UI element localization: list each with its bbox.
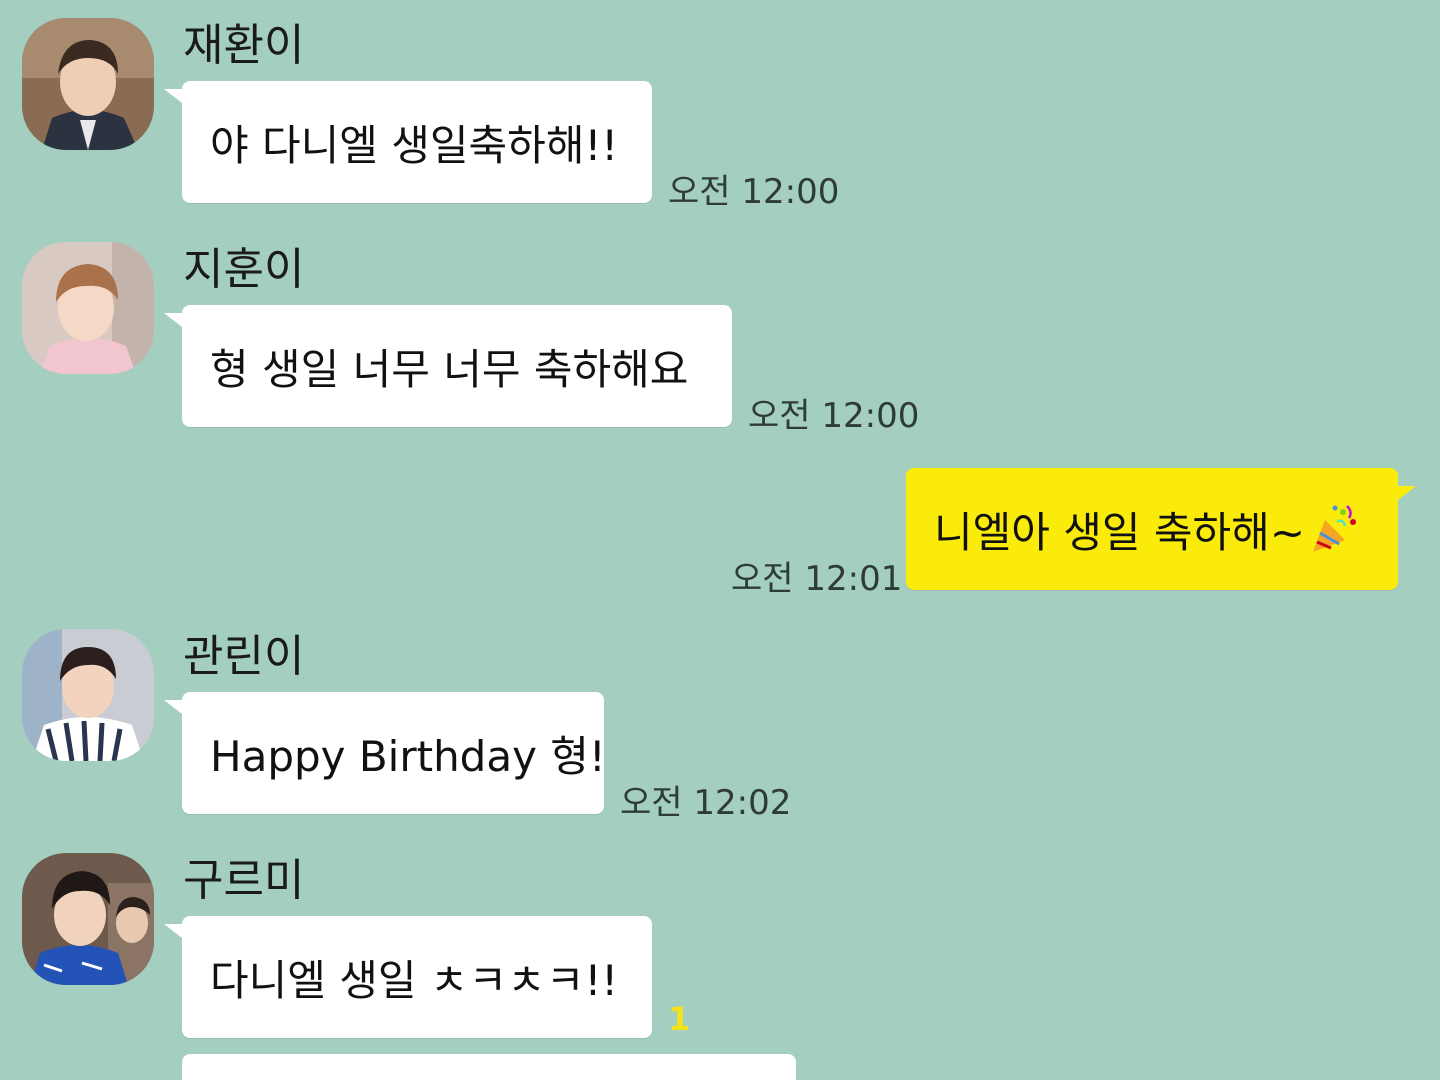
message-text: 형 생일 너무 너무 축하해요 xyxy=(210,344,689,394)
message-text: 다니엘 생일 ㅊㅋㅊㅋ!! xyxy=(210,955,619,1005)
message-time: 오전 12:02 xyxy=(620,783,792,823)
message-time: 오전 12:01 xyxy=(731,559,903,599)
message-bubble[interactable]: Happy Birthday 형! xyxy=(164,692,606,814)
message-time: 오전 12:00 xyxy=(668,172,840,212)
message-bubble[interactable]: 형 생일 너무 너무 축하해요 xyxy=(164,305,732,427)
avatar[interactable] xyxy=(22,18,154,150)
profile-photo xyxy=(22,629,154,761)
my-message-bubble[interactable]: 니엘아 생일 축하해~ xyxy=(906,468,1416,590)
profile-photo xyxy=(22,18,154,150)
avatar[interactable] xyxy=(22,242,154,374)
party-popper-icon xyxy=(1313,505,1358,552)
message-text: Happy Birthday 형! xyxy=(210,731,606,781)
message-bubble[interactable]: 다니엘 생일 ㅊㅋㅊㅋ!! xyxy=(164,916,652,1038)
sender-name: 지훈이 xyxy=(183,244,305,295)
avatar[interactable] xyxy=(22,853,154,985)
message-text: 야 다니엘 생일축하해!! xyxy=(210,120,619,170)
message-time: 오전 12:00 xyxy=(748,396,920,436)
sender-name: 구르미 xyxy=(183,855,305,906)
profile-photo xyxy=(22,242,154,374)
profile-photo xyxy=(22,853,154,985)
avatar[interactable] xyxy=(22,629,154,761)
message-text: 니엘아 생일 축하해~ xyxy=(934,507,1306,557)
chat-room: 재환이 야 다니엘 생일축하해!! 오전 12:00 지훈이 형 생일 너무 너… xyxy=(0,0,1440,1080)
message-bubble-partial[interactable] xyxy=(182,1054,796,1080)
sender-name: 관린이 xyxy=(183,631,305,682)
message-bubble[interactable]: 야 다니엘 생일축하해!! xyxy=(164,81,652,203)
sender-name: 재환이 xyxy=(183,20,305,71)
unread-count: 1 xyxy=(668,1000,691,1038)
